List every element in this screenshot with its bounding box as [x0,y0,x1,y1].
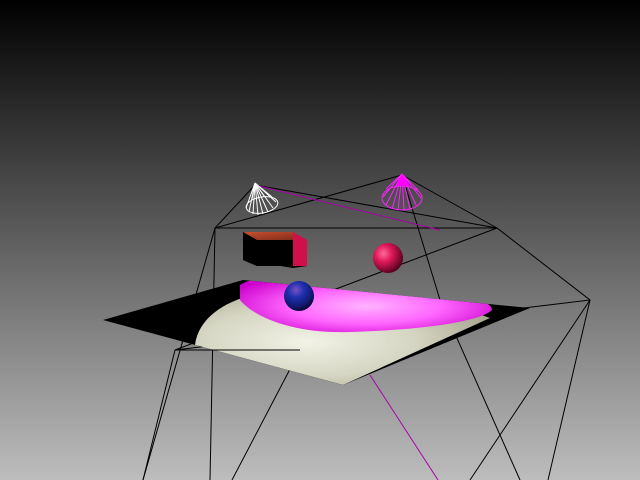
blue-sphere[interactable] [284,281,314,311]
3d-viewport[interactable] [0,0,640,480]
red-sphere[interactable] [373,243,403,273]
background [0,0,640,480]
scene-canvas[interactable] [0,0,640,480]
box[interactable] [243,232,307,268]
